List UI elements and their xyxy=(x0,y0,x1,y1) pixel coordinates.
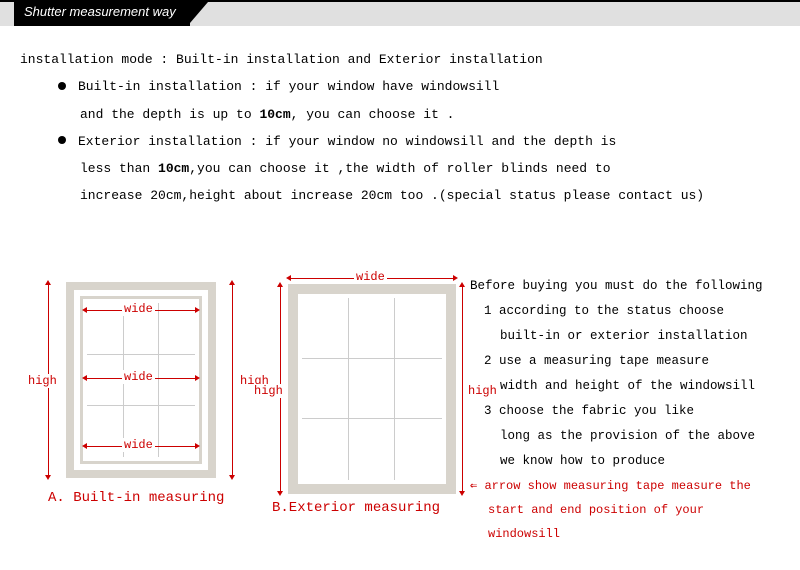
bullet-dot-icon xyxy=(58,82,66,90)
bullet-2b-tail: ,you can choose it ,the width of roller … xyxy=(189,161,610,176)
high-label: high xyxy=(252,384,285,398)
step-2b: width and height of the windowsill xyxy=(470,374,778,399)
bullet-1b-tail: , you can choose it . xyxy=(291,107,455,122)
steps-intro: Before buying you must do the following xyxy=(470,274,778,299)
window-b-frame xyxy=(288,284,456,494)
wide-label: wide xyxy=(122,302,155,316)
bullet-1-line-1: Built-in installation : if your window h… xyxy=(20,73,800,100)
bullet-1b-text: and the depth is up to xyxy=(80,107,259,122)
left-arrow-icon: ⇐ xyxy=(470,479,477,493)
bullet-1-line-2: and the depth is up to 10cm, you can cho… xyxy=(20,101,800,128)
note-line-1: ⇐ arrow show measuring tape measure the xyxy=(470,474,778,498)
bullet-2a-text: Exterior installation : if your window n… xyxy=(78,134,616,149)
bullet-2-line-3: increase 20cm,height about increase 20cm… xyxy=(20,182,800,209)
step-1: 1 according to the status choose xyxy=(470,299,778,324)
step-3c: we know how to produce xyxy=(470,449,778,474)
bullet-1a-text: Built-in installation : if your window h… xyxy=(78,79,499,94)
content-area: installation mode : Built-in installatio… xyxy=(0,26,800,210)
bullet-dot-icon xyxy=(58,136,66,144)
step-1b: built-in or exterior installation xyxy=(470,324,778,349)
step-3: 3 choose the fabric you like xyxy=(470,399,778,424)
bullet-1b-bold: 10cm xyxy=(259,107,290,122)
bullet-2b-bold: 10cm xyxy=(158,161,189,176)
header-title-text: Shutter measurement way xyxy=(24,4,176,19)
step-3b: long as the provision of the above xyxy=(470,424,778,449)
header-bar: Shutter measurement way xyxy=(0,0,800,26)
window-b-grid xyxy=(302,298,442,480)
step-2: 2 use a measuring tape measure xyxy=(470,349,778,374)
note-line-2: start and end position of your windowsil… xyxy=(470,498,778,546)
bullet-2-line-2: less than 10cm,you can choose it ,the wi… xyxy=(20,155,800,182)
bullet-2b-text: less than xyxy=(80,161,158,176)
wide-label: wide xyxy=(122,438,155,452)
caption-a: A. Built-in measuring xyxy=(48,490,224,506)
wide-label: wide xyxy=(354,270,387,284)
intro-line: installation mode : Built-in installatio… xyxy=(20,46,800,73)
header-title-tab: Shutter measurement way xyxy=(14,2,190,26)
steps-block: Before buying you must do the following … xyxy=(470,274,778,546)
note-1-text: arrow show measuring tape measure the xyxy=(484,479,750,493)
high-arrow xyxy=(232,282,233,478)
bullet-2-line-1: Exterior installation : if your window n… xyxy=(20,128,800,155)
wide-label: wide xyxy=(122,370,155,384)
high-label: high xyxy=(26,374,59,388)
caption-b: B.Exterior measuring xyxy=(272,500,440,516)
high-arrow xyxy=(462,284,463,494)
